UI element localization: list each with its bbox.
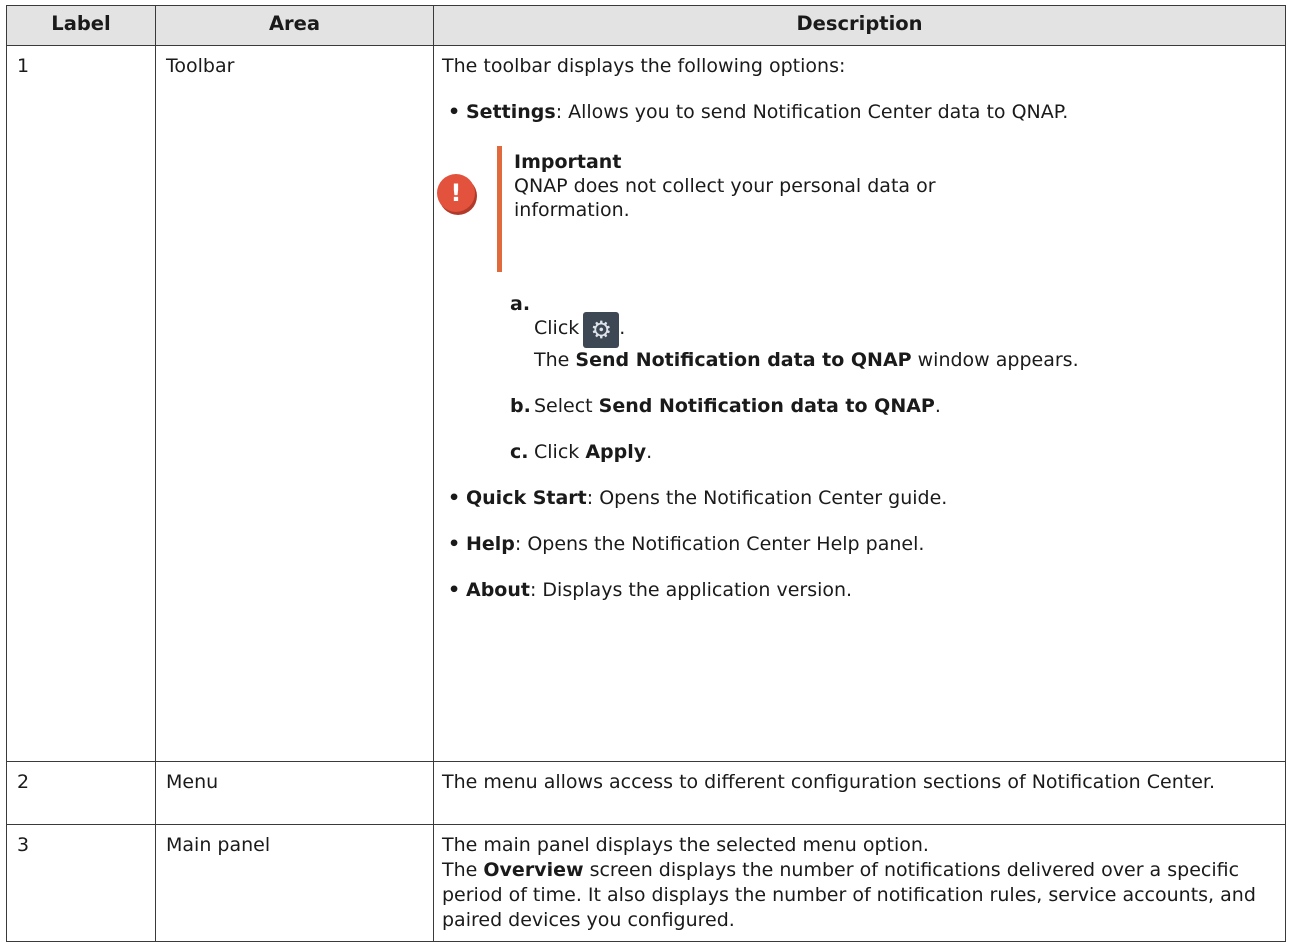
quick-start-text: : Opens the Notification Center guide. bbox=[586, 487, 948, 509]
step-a-line1: Click ⚙. bbox=[534, 292, 1279, 348]
bullet: • bbox=[448, 533, 461, 555]
term-quick-start: Quick Start bbox=[466, 487, 587, 509]
step-a-text-post: window appears. bbox=[911, 349, 1079, 371]
row-label: 2 bbox=[6, 761, 156, 825]
gear-settings-icon: ⚙ bbox=[583, 312, 620, 348]
description-table: Label Area Description 1 Toolbar The too… bbox=[6, 5, 1286, 942]
step-marker: c. bbox=[510, 441, 529, 463]
list-item-settings: • Settings: Allows you to send Notificat… bbox=[442, 100, 1279, 125]
step-c-text-pre: Click bbox=[534, 441, 586, 463]
step-a-line2: The Send Notification data to QNAP windo… bbox=[534, 348, 1279, 373]
row-description: The main panel displays the selected men… bbox=[433, 824, 1286, 942]
step-a-text-bold: Send Notification data to QNAP bbox=[575, 349, 912, 371]
table-row: 2 Menu The menu allows access to differe… bbox=[6, 761, 1286, 825]
note-body: Important QNAP does not collect your per… bbox=[514, 150, 974, 222]
bullet: • bbox=[448, 101, 461, 123]
step-a-click: Click bbox=[534, 317, 580, 339]
step-b-text-pre: Select bbox=[534, 395, 599, 417]
table-header-row: Label Area Description bbox=[6, 5, 1286, 46]
exclamation-icon: ! bbox=[437, 174, 475, 212]
step-a-period: . bbox=[619, 317, 626, 339]
step-c-text-bold: Apply bbox=[585, 441, 647, 463]
header-area: Area bbox=[155, 5, 434, 46]
term-help: Help bbox=[466, 533, 515, 555]
list-item-help: • Help: Opens the Notification Center He… bbox=[442, 532, 1279, 557]
step-b: b. Select Send Notification data to QNAP… bbox=[442, 394, 1279, 419]
bullet: • bbox=[448, 487, 461, 509]
step-c-text-post: . bbox=[646, 441, 653, 463]
step-b-text-post: . bbox=[934, 395, 941, 417]
note-title: Important bbox=[514, 151, 622, 173]
note-accent-bar bbox=[497, 146, 502, 272]
row-label: 3 bbox=[6, 824, 156, 942]
step-marker: a. bbox=[510, 293, 531, 315]
term-about: About bbox=[466, 579, 530, 601]
list-item-quick-start: • Quick Start: Opens the Notification Ce… bbox=[442, 486, 1279, 511]
term-settings: Settings bbox=[466, 101, 556, 123]
step-a: a. Click ⚙. The Send Notification data to… bbox=[442, 292, 1279, 373]
table-row: 1 Toolbar The toolbar displays the follo… bbox=[6, 45, 1286, 762]
row-area: Toolbar bbox=[155, 45, 434, 762]
header-label: Label bbox=[6, 5, 156, 46]
about-text: : Displays the application version. bbox=[529, 579, 853, 601]
main-panel-line1: The main panel displays the selected men… bbox=[442, 834, 929, 856]
step-b-text-bold: Send Notification data to QNAP bbox=[598, 395, 935, 417]
toolbar-intro: The toolbar displays the following optio… bbox=[442, 55, 846, 77]
term-overview: Overview bbox=[483, 859, 584, 881]
row-description: The toolbar displays the following optio… bbox=[433, 45, 1286, 762]
list-item-about: • About: Displays the application versio… bbox=[442, 578, 1279, 603]
help-text: : Opens the Notification Center Help pan… bbox=[514, 533, 925, 555]
row-area: Main panel bbox=[155, 824, 434, 942]
row-label: 1 bbox=[6, 45, 156, 762]
table-row: 3 Main panel The main panel displays the… bbox=[6, 824, 1286, 942]
row-description: The menu allows access to different conf… bbox=[433, 761, 1286, 825]
bullet: • bbox=[448, 579, 461, 601]
main-panel-text-pre: The bbox=[442, 859, 484, 881]
important-note: ! Important QNAP does not collect your p… bbox=[437, 146, 1279, 272]
header-description: Description bbox=[433, 5, 1286, 46]
step-a-text-pre: The bbox=[534, 349, 576, 371]
step-c: c. Click Apply. bbox=[442, 440, 1279, 465]
row-area: Menu bbox=[155, 761, 434, 825]
step-marker: b. bbox=[510, 395, 531, 417]
note-text: QNAP does not collect your personal data… bbox=[514, 175, 936, 221]
settings-text: : Allows you to send Notification Center… bbox=[555, 101, 1069, 123]
